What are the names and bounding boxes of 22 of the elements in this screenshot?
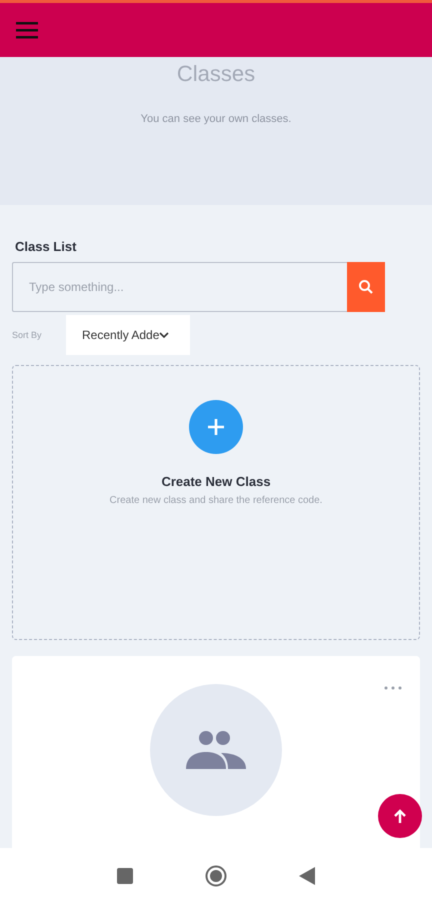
page-title: Classes (176, 61, 256, 87)
search-field[interactable]: Type something... (12, 262, 347, 312)
create-description: Create new class and share the reference code. (110, 495, 322, 506)
back-icon[interactable] (299, 866, 315, 884)
arrow-up-icon (393, 808, 407, 824)
search-icon (358, 279, 374, 295)
sort-dropdown[interactable]: Recently Adde (66, 315, 190, 355)
home-icon[interactable] (205, 864, 227, 886)
sort-label: Sort By (12, 330, 43, 340)
create-class-card[interactable]: Create New Class Create new class and share the reference code. (12, 365, 420, 640)
search-button[interactable] (347, 262, 385, 312)
menu-icon[interactable] (16, 21, 40, 39)
page-subtitle: You can see your own classes. (140, 113, 292, 125)
people-icon (185, 730, 247, 770)
section-heading: Class List (15, 239, 78, 254)
class-card[interactable] (12, 656, 420, 848)
recents-icon[interactable] (117, 868, 133, 884)
add-button[interactable] (189, 400, 243, 454)
plus-icon (206, 417, 226, 437)
more-icon (384, 686, 402, 690)
create-title: Create New Class (161, 474, 271, 489)
chevron-icon (159, 332, 170, 338)
